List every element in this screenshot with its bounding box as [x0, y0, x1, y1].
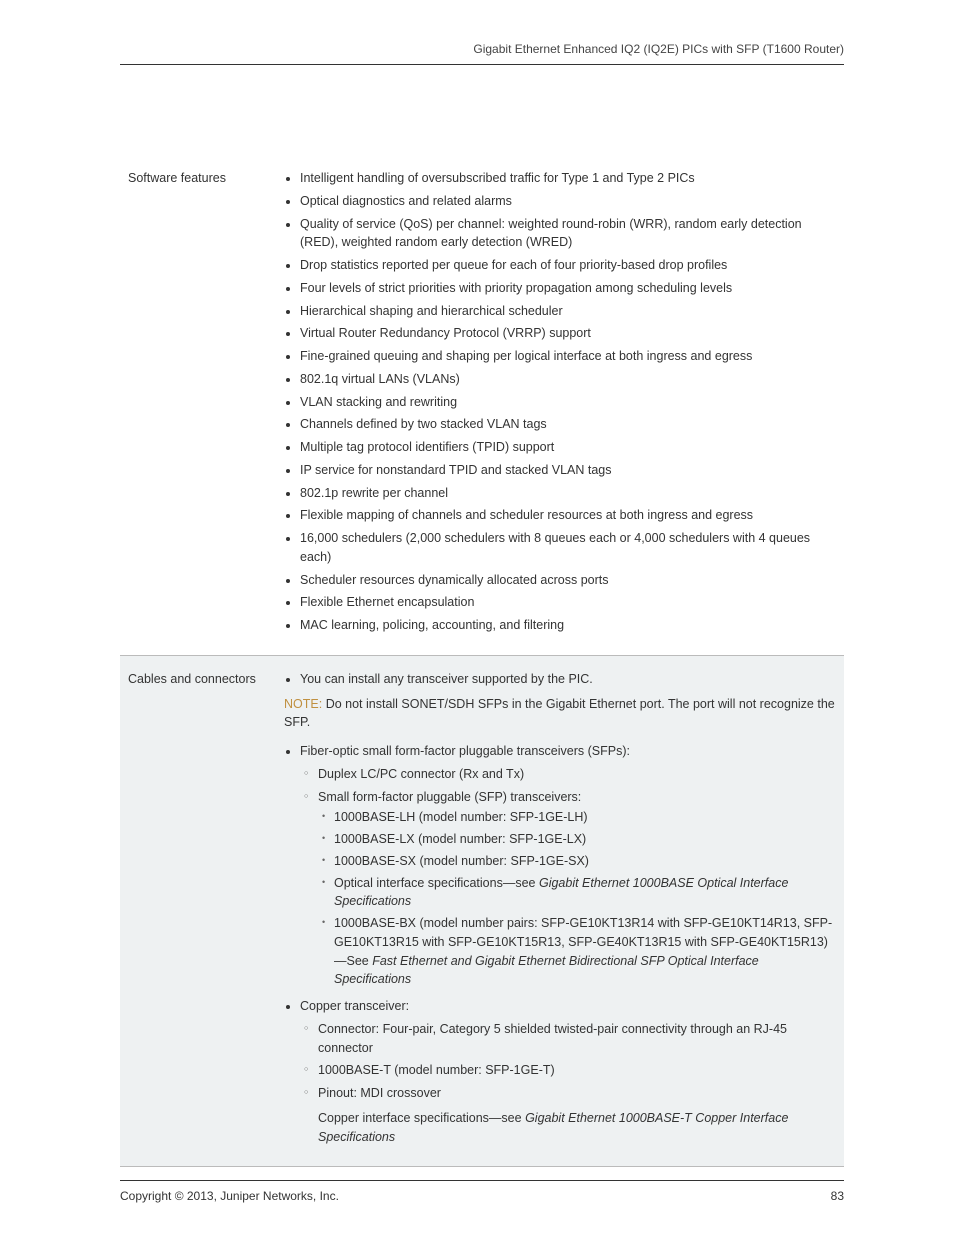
sw-item: MAC learning, policing, accounting, and … [300, 616, 836, 635]
sw-item: Fine-grained queuing and shaping per log… [300, 347, 836, 366]
page-header: Gigabit Ethernet Enhanced IQ2 (IQ2E) PIC… [120, 40, 844, 65]
sw-item: 802.1p rewrite per channel [300, 484, 836, 503]
sw-item: Quality of service (QoS) per channel: we… [300, 215, 836, 253]
note-text: Do not install SONET/SDH SFPs in the Gig… [284, 697, 835, 730]
sw-item: Virtual Router Redundancy Protocol (VRRP… [300, 324, 836, 343]
label-software: Software features [128, 169, 278, 639]
sfp-optical: Optical interface specifications—see Gig… [334, 874, 836, 912]
page-footer: Copyright © 2013, Juniper Networks, Inc.… [120, 1180, 844, 1205]
fiber-text: Fiber-optic small form-factor pluggable … [300, 744, 630, 758]
fiber-sfp-header: Small form-factor pluggable (SFP) transc… [318, 788, 836, 990]
sw-item: Flexible mapping of channels and schedul… [300, 506, 836, 525]
note-label: NOTE: [284, 697, 322, 711]
content-cables: You can install any transceiver supporte… [278, 670, 836, 1151]
sw-item: 16,000 schedulers (2,000 schedulers with… [300, 529, 836, 567]
row-cables-connectors: Cables and connectors You can install an… [120, 656, 844, 1168]
copper-connector: Connector: Four-pair, Category 5 shielde… [318, 1020, 836, 1058]
sw-item: Drop statistics reported per queue for e… [300, 256, 836, 275]
copper-text: Copper transceiver: [300, 999, 409, 1013]
sw-item: 802.1q virtual LANs (VLANs) [300, 370, 836, 389]
copper-spec: Copper interface specifications—see Giga… [300, 1109, 836, 1147]
cables-first-item: You can install any transceiver supporte… [300, 670, 836, 689]
footer-page-number: 83 [831, 1187, 844, 1205]
footer-copyright: Copyright © 2013, Juniper Networks, Inc. [120, 1187, 339, 1205]
sw-item: Optical diagnostics and related alarms [300, 192, 836, 211]
sw-item: IP service for nonstandard TPID and stac… [300, 461, 836, 480]
copper-pinout: Pinout: MDI crossover [318, 1084, 836, 1103]
sw-item: Hierarchical shaping and hierarchical sc… [300, 302, 836, 321]
copper-bt: 1000BASE-T (model number: SFP-1GE-T) [318, 1061, 836, 1080]
sw-item: Channels defined by two stacked VLAN tag… [300, 415, 836, 434]
sfp-lx: 1000BASE-LX (model number: SFP-1GE-LX) [334, 830, 836, 849]
sw-item: Four levels of strict priorities with pr… [300, 279, 836, 298]
sfp-bx: 1000BASE-BX (model number pairs: SFP-GE1… [334, 914, 836, 989]
copper-item: Copper transceiver: Connector: Four-pair… [300, 997, 836, 1146]
row-software-features: Software features Intelligent handling o… [120, 155, 844, 656]
fiber-item: Fiber-optic small form-factor pluggable … [300, 742, 836, 989]
sw-item: Scheduler resources dynamically allocate… [300, 571, 836, 590]
sfp-sx: 1000BASE-SX (model number: SFP-1GE-SX) [334, 852, 836, 871]
sfp-lh: 1000BASE-LH (model number: SFP-1GE-LH) [334, 808, 836, 827]
sw-item: Flexible Ethernet encapsulation [300, 593, 836, 612]
cables-note: NOTE: Do not install SONET/SDH SFPs in t… [284, 695, 836, 733]
fiber-duplex: Duplex LC/PC connector (Rx and Tx) [318, 765, 836, 784]
content-software: Intelligent handling of oversubscribed t… [278, 169, 836, 639]
sw-item: Multiple tag protocol identifiers (TPID)… [300, 438, 836, 457]
sw-item: Intelligent handling of oversubscribed t… [300, 169, 836, 188]
label-cables: Cables and connectors [128, 670, 278, 1151]
sw-item: VLAN stacking and rewriting [300, 393, 836, 412]
header-title: Gigabit Ethernet Enhanced IQ2 (IQ2E) PIC… [473, 42, 844, 56]
